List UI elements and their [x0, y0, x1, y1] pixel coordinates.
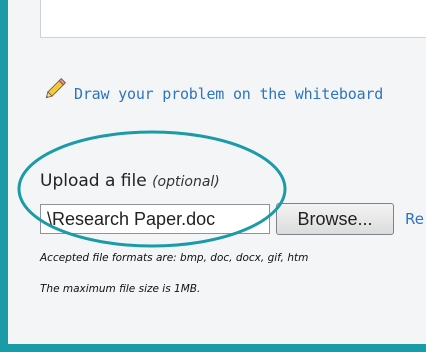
accepted-formats-note: Accepted file formats are: bmp, doc, doc… [40, 252, 309, 264]
form-panel: Draw your problem on the whiteboard Uplo… [0, 0, 426, 352]
pencil-icon [45, 77, 67, 99]
frame-border-bottom [0, 344, 426, 352]
remove-file-link[interactable]: Re [405, 210, 424, 228]
browse-button[interactable]: Browse... [276, 203, 394, 235]
upload-file-label: Upload a file (optional) [40, 171, 220, 191]
optional-hint: (optional) [152, 174, 220, 190]
frame-border-left [0, 0, 8, 352]
max-file-size-note: The maximum file size is 1MB. [40, 283, 201, 295]
file-path-input[interactable]: \Research Paper.doc [40, 204, 270, 234]
problem-textarea[interactable] [40, 0, 426, 38]
whiteboard-link[interactable]: Draw your problem on the whiteboard [74, 85, 383, 103]
upload-label-text: Upload a file [40, 171, 147, 191]
